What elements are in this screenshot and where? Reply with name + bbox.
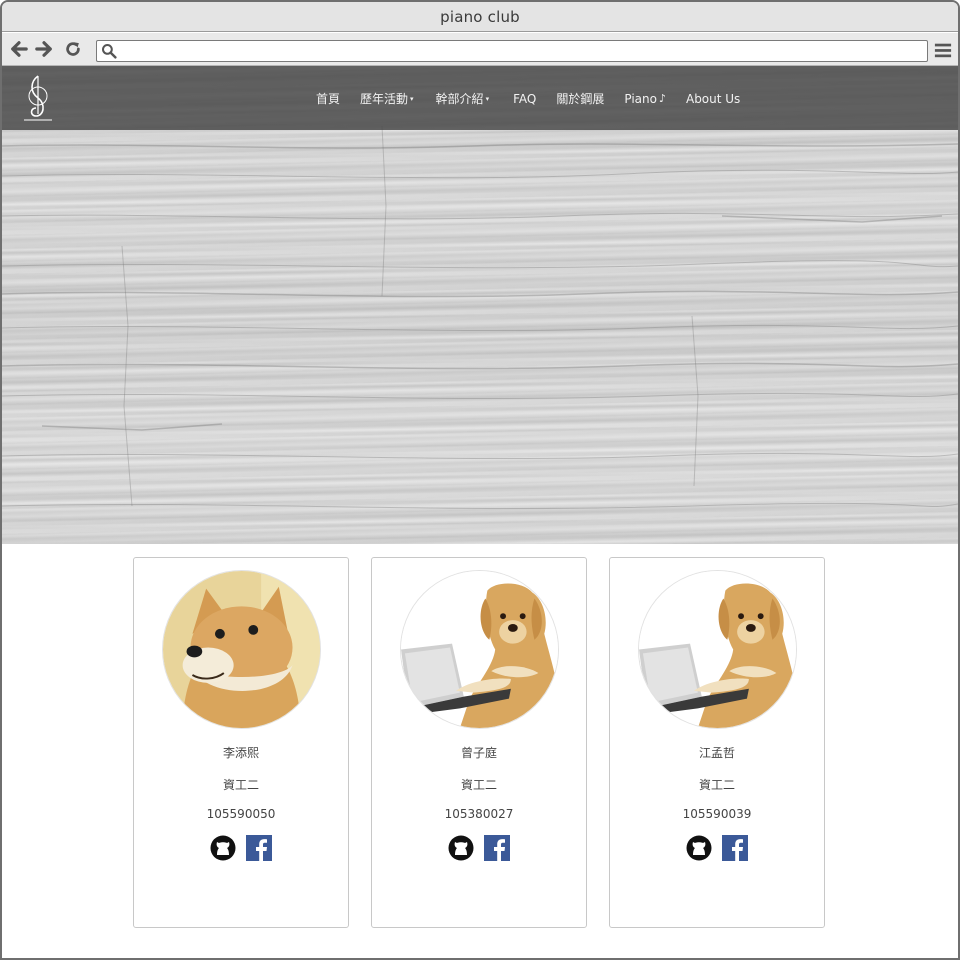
nav-item-officers[interactable]: 幹部介紹 ▾ [436, 90, 490, 107]
member-name: 江孟哲 [698, 746, 735, 760]
hero-marble-background [2, 66, 958, 544]
member-student-id: 105590039 [682, 807, 752, 821]
chevron-down-icon: ▾ [410, 94, 414, 103]
nav-item-home[interactable]: 首頁 [316, 90, 340, 107]
dog-laptop-avatar [400, 570, 559, 729]
member-student-id: 105590050 [206, 807, 276, 821]
site-navbar: 首頁 歷年活動 ▾ 幹部介紹 ▾ FAQ 關於鋼展 Piano ♪ About Us [2, 66, 958, 130]
social-links [610, 835, 824, 861]
reload-icon[interactable] [63, 39, 83, 59]
marble-texture [2, 125, 958, 510]
social-links [134, 835, 348, 861]
title-bar: piano club [2, 2, 958, 32]
member-name: 李添熙 [222, 746, 259, 760]
shiba-doge-avatar [162, 570, 321, 729]
url-input[interactable] [123, 42, 927, 60]
browser-window: piano club 首頁 歷年活動 ▾ 幹部介紹 ▾ FAQ 關於鋼展 Pia… [0, 0, 960, 960]
window-title: piano club [440, 7, 520, 26]
github-icon[interactable] [210, 835, 236, 861]
facebook-icon[interactable] [246, 835, 272, 861]
member-department: 資工二 [698, 778, 735, 792]
member-name: 曾子庭 [460, 746, 497, 760]
facebook-icon[interactable] [484, 835, 510, 861]
music-note-icon: ♪ [658, 92, 666, 105]
nav-item-activities[interactable]: 歷年活動 ▾ [360, 90, 414, 107]
nav-item-about-exhibition[interactable]: 關於鋼展 [556, 90, 604, 107]
nav-item-about-us[interactable]: About Us [686, 90, 740, 107]
piano-club-logo[interactable] [20, 72, 56, 124]
member-card: 曾子庭 資工二 105380027 [371, 557, 587, 928]
address-bar[interactable] [96, 40, 928, 62]
search-icon [102, 44, 117, 59]
social-links [372, 835, 586, 861]
nav-item-piano[interactable]: Piano ♪ [624, 90, 666, 107]
member-card: 李添熙 資工二 105590050 [133, 557, 349, 928]
member-department: 資工二 [222, 778, 259, 792]
nav-item-faq[interactable]: FAQ [513, 90, 536, 107]
github-icon[interactable] [686, 835, 712, 861]
browser-toolbar [2, 33, 958, 66]
dog-laptop-avatar [638, 570, 797, 729]
forward-arrow-icon[interactable] [34, 39, 54, 59]
menu-icon[interactable] [933, 40, 953, 60]
member-card: 江孟哲 資工二 105590039 [609, 557, 825, 928]
chevron-down-icon: ▾ [485, 94, 490, 103]
back-arrow-icon[interactable] [9, 39, 29, 59]
member-department: 資工二 [460, 778, 497, 792]
main-nav: 首頁 歷年活動 ▾ 幹部介紹 ▾ FAQ 關於鋼展 Piano ♪ About Us [316, 90, 740, 107]
github-icon[interactable] [448, 835, 474, 861]
facebook-icon[interactable] [722, 835, 748, 861]
member-student-id: 105380027 [444, 807, 514, 821]
